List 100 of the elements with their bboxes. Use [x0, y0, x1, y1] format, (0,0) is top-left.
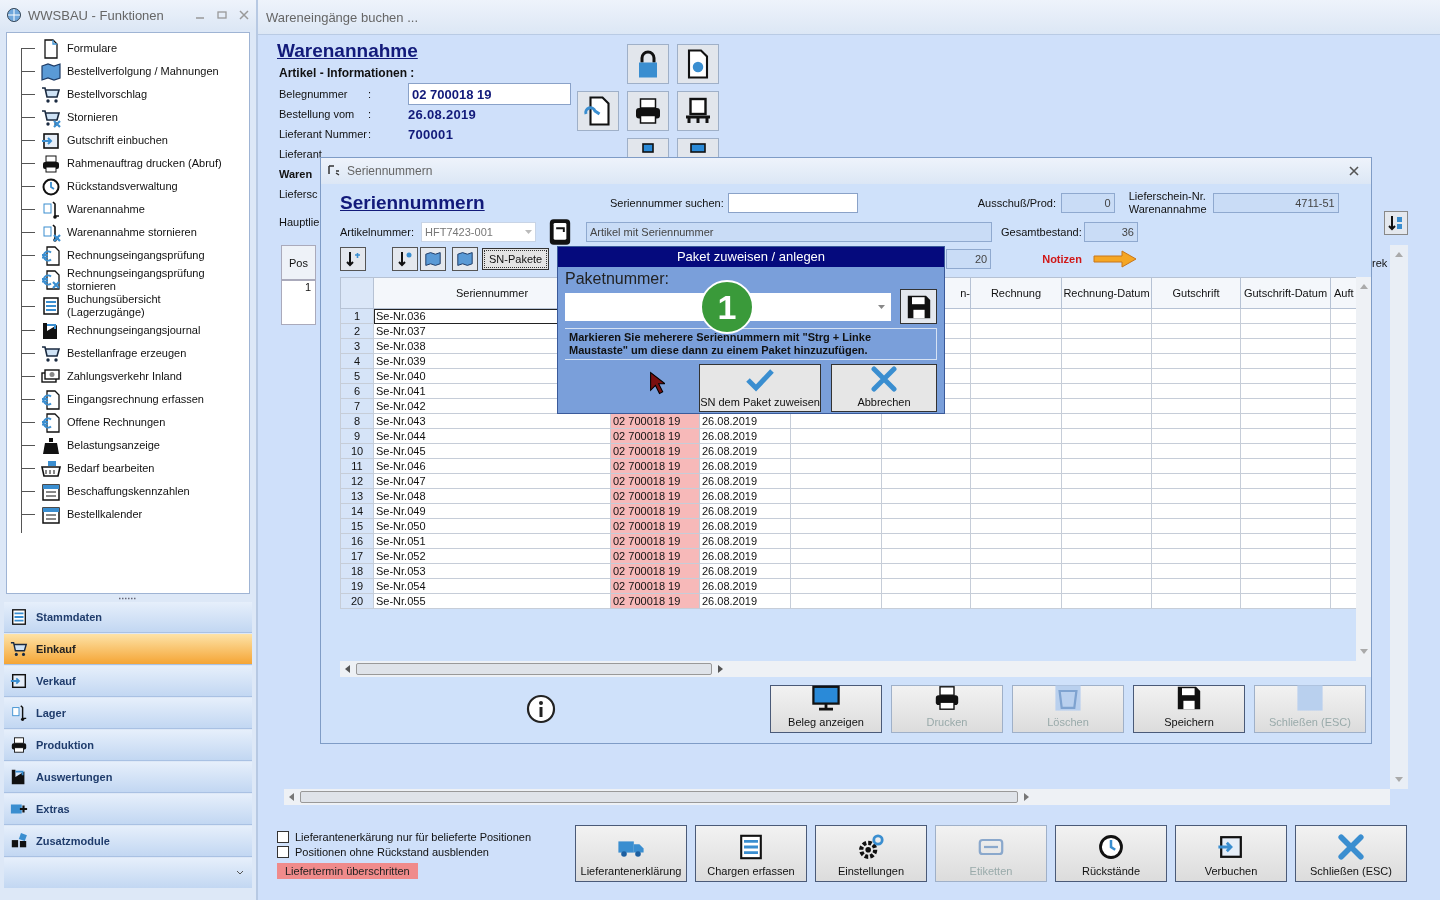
cancel-button[interactable]: Abbrechen: [830, 364, 937, 412]
readonly-field: 36: [1084, 222, 1138, 242]
monitor-icon: [812, 684, 840, 712]
popup-title: Paket zuweisen / anlegen: [558, 247, 944, 267]
nav-group-button[interactable]: Zusatzmodule: [4, 826, 252, 857]
map-button[interactable]: [420, 247, 446, 271]
scroll-left-icon[interactable]: [344, 665, 350, 673]
scroll-right-icon[interactable]: [718, 665, 724, 673]
column-header: Rechnung-Datum: [1063, 287, 1150, 299]
scrollbar-thumb[interactable]: [356, 663, 712, 675]
tree-item[interactable]: Gutschrift einbuchen: [67, 134, 168, 147]
tree-item[interactable]: Zahlungsverkehr Inland: [67, 370, 182, 383]
checkbox[interactable]: [277, 846, 289, 858]
lock-button[interactable]: [627, 44, 669, 84]
toolbar-button[interactable]: Einstellungen: [815, 825, 927, 882]
weight-icon: [41, 435, 61, 456]
article-dropdown[interactable]: HFT7423-001: [421, 222, 536, 242]
document-info-button[interactable]: [677, 44, 719, 84]
tree-item[interactable]: Warenannahme stornieren: [67, 226, 197, 239]
tree-item[interactable]: Bedarf bearbeiten: [67, 462, 155, 475]
sort-icon: [345, 251, 361, 267]
tree-item[interactable]: Eingangsrechnung erfassen: [67, 393, 204, 406]
tree-item[interactable]: Bestellvorschlag: [67, 88, 148, 101]
box-icon: [10, 672, 28, 690]
map-button[interactable]: [452, 247, 478, 271]
euro-document-icon: [41, 245, 61, 266]
tree-item[interactable]: Stornieren: [67, 111, 118, 124]
chevron-down-icon[interactable]: [236, 870, 244, 876]
scroll-right-icon[interactable]: [1024, 793, 1030, 801]
basket-icon: [41, 458, 61, 479]
print-button[interactable]: [627, 91, 669, 131]
field-label: Ausschuß/Prod:: [977, 197, 1057, 209]
tree-item[interactable]: Rückstandsverwaltung: [67, 180, 178, 193]
field-label: Waren: [279, 167, 313, 182]
attach-document-button[interactable]: [577, 91, 619, 131]
tree-item[interactable]: Bestellverfolgung / Mahnungen: [67, 65, 219, 78]
tree-item[interactable]: Rechnungseingangsjournal: [67, 324, 201, 337]
toolbar-button[interactable]: Lieferantenerklärung: [575, 825, 687, 882]
tree-item[interactable]: Belastungsanzeige: [67, 439, 160, 452]
horizontal-scrollbar[interactable]: [284, 789, 1390, 805]
assign-button[interactable]: SN dem Paket zuweisen: [699, 364, 821, 412]
blank-icon: [1296, 684, 1324, 712]
field-label: Bestellung vom: [279, 108, 356, 120]
dialog-icon: [327, 164, 341, 178]
clock-icon: [1097, 833, 1125, 861]
map-icon: [457, 251, 473, 267]
close-icon[interactable]: [1349, 166, 1359, 176]
nav-group-button[interactable]: Einkauf: [4, 634, 252, 665]
save-button[interactable]: [900, 289, 937, 324]
scrollbar-thumb[interactable]: [300, 791, 1018, 803]
tree-item[interactable]: Rechnungseingangsprüfung stornieren: [67, 267, 227, 293]
field-label: Lieferschein-Nr. Warenannahme: [1128, 190, 1208, 216]
tree-item[interactable]: Offene Rechnungen: [67, 416, 166, 429]
search-field[interactable]: [727, 193, 858, 213]
nav-group-button[interactable]: Lager: [4, 698, 252, 729]
printer-icon: [41, 153, 61, 174]
trash-icon: [1054, 684, 1082, 712]
checkbox[interactable]: [277, 831, 289, 843]
tree-item[interactable]: Bestellanfrage erzeugen: [67, 347, 187, 360]
dialog-button[interactable]: Speichern: [1133, 685, 1245, 733]
column-header: Seriennummer: [455, 287, 529, 299]
tree-item[interactable]: Buchungsübersicht (Lagerzugänge): [67, 293, 227, 319]
document-number-field[interactable]: 02 700018 19: [408, 83, 571, 105]
dialog-button[interactable]: Beleg anzeigen: [770, 685, 882, 733]
field-colon: :: [368, 108, 373, 120]
calendar-icon: [41, 481, 61, 502]
field-value: 26.08.2019: [408, 106, 477, 122]
nav-group-button[interactable]: Produktion: [4, 730, 252, 761]
sort-button[interactable]: [340, 247, 366, 271]
tree-item[interactable]: Beschaffungskennzahlen: [67, 485, 190, 498]
cart-icon: [10, 640, 28, 658]
scanner-icon[interactable]: [547, 218, 573, 246]
toolbar-button[interactable]: Chargen erfassen: [695, 825, 807, 882]
scroll-left-icon[interactable]: [288, 793, 294, 801]
horizontal-scrollbar[interactable]: [340, 661, 1371, 677]
column-header: Gutschrift-Datum: [1243, 287, 1328, 299]
pallet-button[interactable]: [677, 91, 719, 131]
tree-item[interactable]: Rahmenauftrag drucken (Abruf): [67, 157, 222, 170]
checkbox-label: Positionen ohne Rückstand ausblenden: [295, 846, 489, 858]
grip-icon[interactable]: [118, 596, 138, 600]
toolbar-button[interactable]: Schließen (ESC): [1295, 825, 1407, 882]
tree-item[interactable]: Rechnungseingangsprüfung: [67, 249, 205, 262]
field-label: Paketnummer:: [565, 269, 671, 289]
sort-button[interactable]: [1384, 211, 1408, 235]
nav-group-button[interactable]: Stammdaten: [4, 602, 252, 633]
sort-button[interactable]: [392, 247, 418, 271]
step-badge: 1: [700, 280, 754, 334]
tree-item[interactable]: Warenannahme: [67, 203, 145, 216]
nav-group-button[interactable]: Extras: [4, 794, 252, 825]
nav-group-button[interactable]: Verkauf: [4, 666, 252, 697]
nav-group-button[interactable]: Auswertungen: [4, 762, 252, 793]
info-icon[interactable]: [526, 694, 556, 724]
packages-button[interactable]: SN-Pakete: [482, 248, 550, 270]
tree-item[interactable]: Formulare: [67, 42, 118, 55]
field-label: Artikelnummer:: [340, 226, 415, 238]
dialog-title: Seriennummern: [347, 164, 433, 178]
toolbar-button[interactable]: Rückstände: [1055, 825, 1167, 882]
toolbar-button[interactable]: Verbuchen: [1175, 825, 1287, 882]
tree-item[interactable]: Bestellkalender: [67, 508, 143, 521]
document-icon: [41, 38, 61, 59]
